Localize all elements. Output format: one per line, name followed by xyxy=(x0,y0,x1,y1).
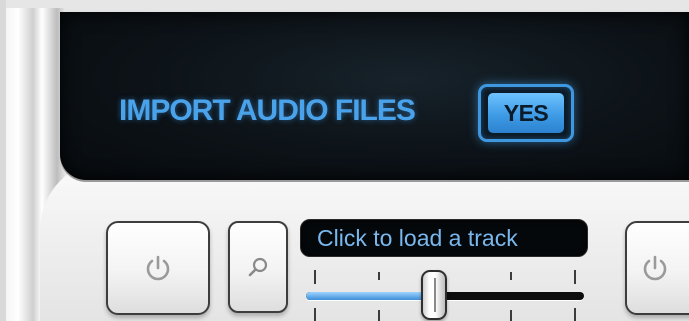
slider-tick xyxy=(574,270,576,284)
slider-tick xyxy=(314,270,316,284)
window-frame-top xyxy=(0,0,689,10)
slider-tick xyxy=(574,308,576,321)
slider-tick xyxy=(510,272,512,280)
slider-tick xyxy=(314,308,316,321)
slider-tick xyxy=(378,272,380,280)
left-power-button[interactable] xyxy=(106,221,210,315)
slider-fill xyxy=(306,292,434,300)
track-display[interactable]: Click to load a track xyxy=(300,219,588,257)
power-icon xyxy=(143,253,173,283)
yes-button-label: YES xyxy=(488,93,564,133)
search-button[interactable] xyxy=(228,221,288,313)
import-audio-files-label: IMPORT AUDIO FILES xyxy=(119,94,416,127)
right-power-button[interactable] xyxy=(625,221,689,315)
yes-button[interactable]: YES xyxy=(478,84,574,142)
search-icon xyxy=(247,256,269,278)
power-icon xyxy=(640,253,670,283)
deck-slider[interactable] xyxy=(300,262,590,321)
slider-thumb[interactable] xyxy=(420,270,447,320)
slider-tick xyxy=(510,310,512,321)
slider-tick xyxy=(378,310,380,321)
